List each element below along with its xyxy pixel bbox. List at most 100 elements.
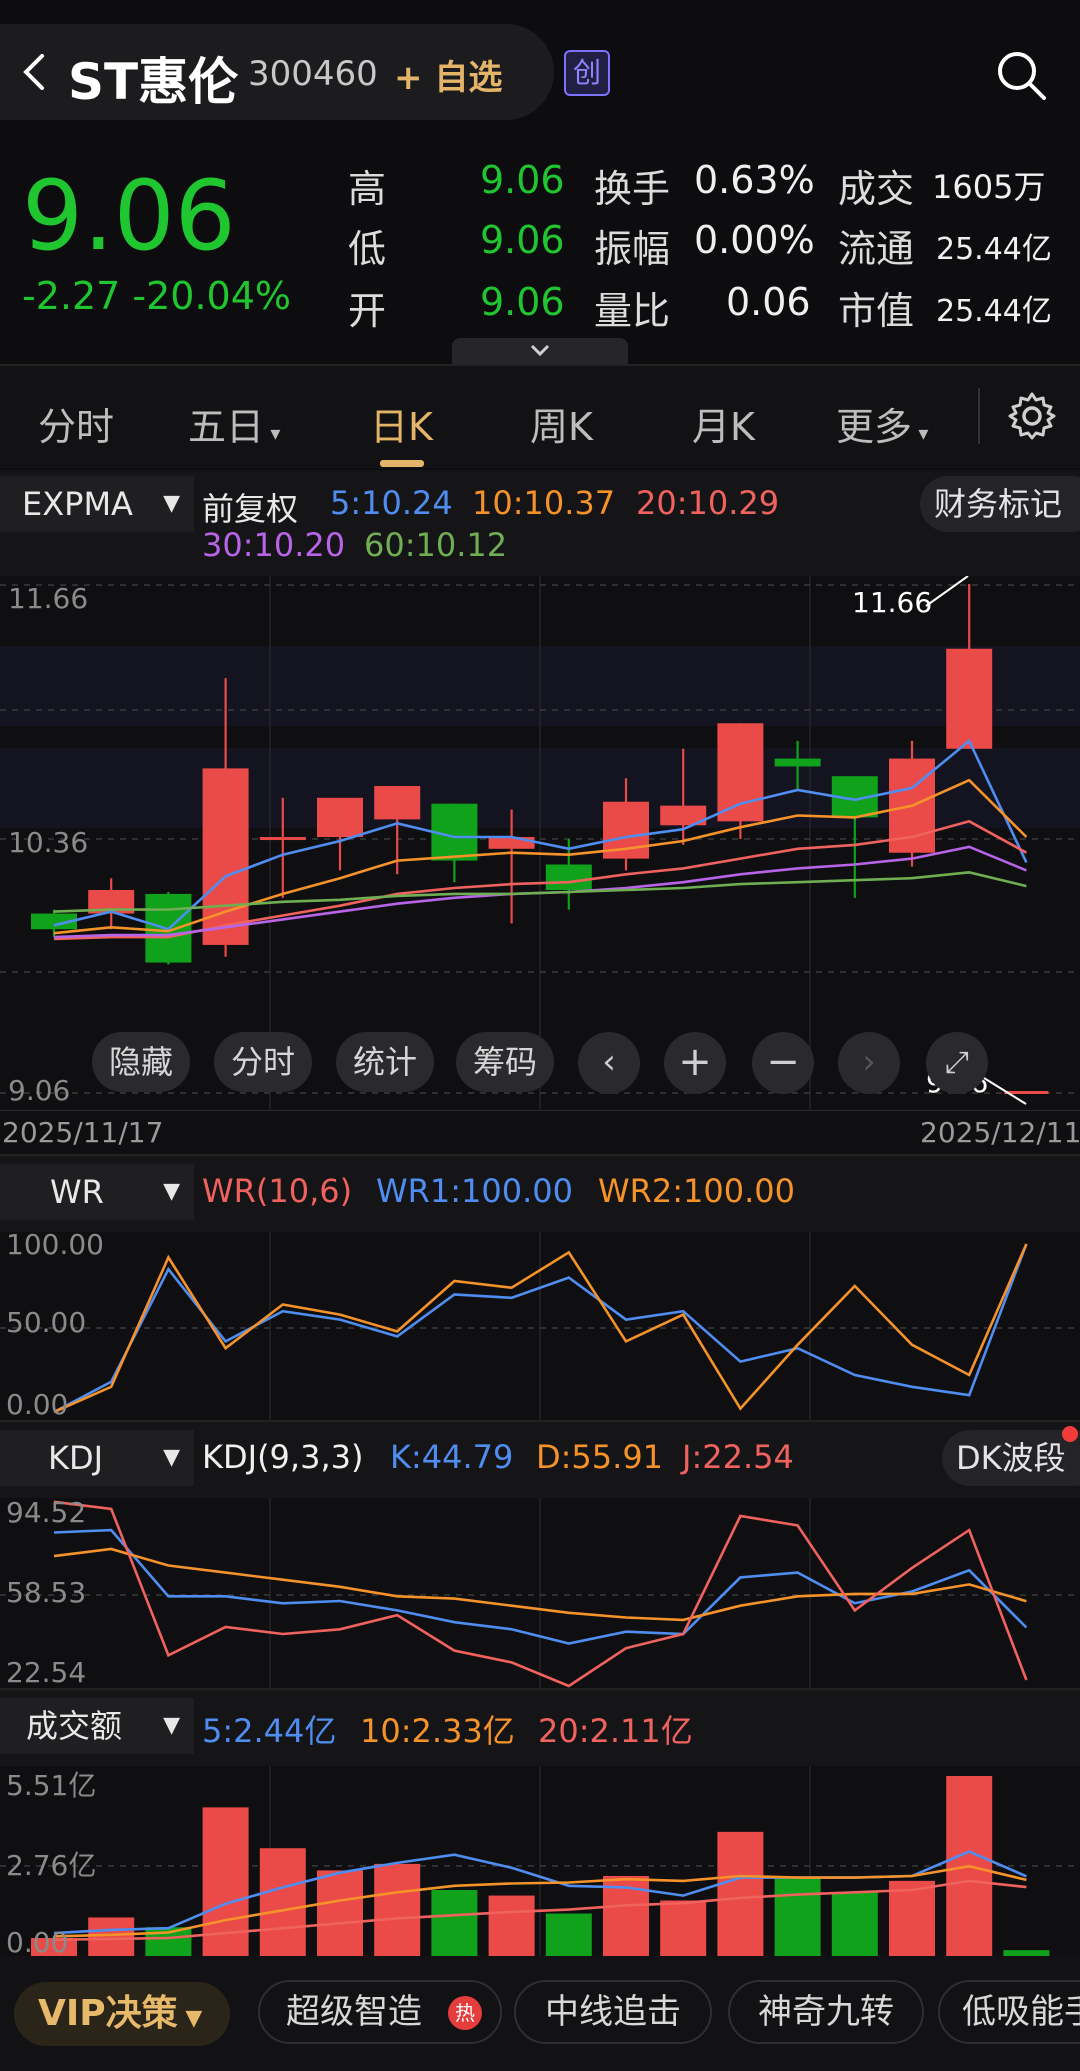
- volume-ma10: 10:2.33亿: [360, 1712, 515, 1750]
- volume-bar: [717, 1831, 764, 1956]
- volume-ma5: 5:2.44亿: [202, 1712, 337, 1750]
- high-price-marker: 11.66: [852, 586, 933, 619]
- kdj-indicator-select[interactable]: KDJ ▼: [0, 1430, 194, 1486]
- y-label-low: 9.06: [8, 1074, 71, 1107]
- volume-y-high: 5.51亿: [6, 1769, 97, 1802]
- candlestick-chart[interactable]: [0, 576, 1080, 1110]
- ema30-label: 30:10.20: [202, 526, 346, 564]
- finance-marker-button[interactable]: 财务标记: [920, 476, 1080, 532]
- ema60-label: 60:10.12: [364, 526, 508, 564]
- candle-body: [488, 837, 535, 849]
- scroll-right-icon[interactable]: ›: [838, 1032, 900, 1094]
- volume-bar: [88, 1917, 135, 1956]
- stat-value-float-cap: 25.44亿: [936, 232, 1052, 267]
- chip-low-buy-master[interactable]: 低吸能手: [938, 1980, 1080, 2044]
- tab-intraday[interactable]: 分时: [38, 396, 114, 451]
- stat-value-turnover: 0.63%: [694, 158, 815, 202]
- tab-more-label: 更多: [836, 405, 913, 449]
- stat-label-market-cap: 市值: [838, 289, 915, 333]
- stat-label-open: 开: [348, 289, 387, 333]
- zoom-in-icon[interactable]: +: [664, 1032, 726, 1094]
- chevron-down-icon: [530, 344, 550, 357]
- volume-ma20: 20:2.11亿: [538, 1712, 693, 1750]
- tab-more[interactable]: 更多 ▾: [836, 396, 928, 451]
- caret-down-icon: ▼: [163, 1445, 180, 1470]
- statistics-button[interactable]: 统计: [336, 1032, 434, 1092]
- candle-body: [259, 837, 306, 841]
- stat-value-low: 9.06: [480, 218, 565, 262]
- stat-label-volume-ratio: 量比: [594, 289, 671, 333]
- scroll-left-icon[interactable]: ‹: [578, 1032, 640, 1094]
- wr1-value: WR1:100.00: [376, 1172, 573, 1210]
- y-label-high: 11.66: [8, 582, 89, 615]
- candle-body: [317, 797, 363, 838]
- kdj-y-low: 22.54: [6, 1656, 87, 1689]
- vip-decision-button[interactable]: VIP决策 ▼: [14, 1982, 230, 2046]
- chip-label: 超级智造: [286, 1992, 422, 2032]
- chip-distribution-button[interactable]: 筹码: [456, 1032, 554, 1092]
- fullscreen-icon[interactable]: ⤢: [926, 1032, 988, 1094]
- chip-midline-chase[interactable]: 中线追击: [514, 1980, 712, 2044]
- chip-magic-nine[interactable]: 神奇九转: [728, 1980, 924, 2044]
- add-watchlist-button[interactable]: + 自选: [394, 50, 502, 99]
- board-badge: 创: [564, 50, 610, 96]
- wr-indicator-label: WR: [50, 1173, 104, 1211]
- wr2-value: WR2:100.00: [598, 1172, 795, 1210]
- price-change: -2.27 -20.04%: [22, 274, 292, 318]
- stock-name: ST惠伦: [68, 53, 239, 111]
- back-arrow-icon[interactable]: [14, 50, 54, 94]
- volume-bar: [545, 1913, 592, 1956]
- kdj-j-value: J:22.54: [682, 1438, 794, 1476]
- hide-button[interactable]: 隐藏: [92, 1032, 190, 1092]
- active-tab-indicator: [380, 460, 424, 467]
- volume-bar: [259, 1848, 306, 1956]
- ema5-label: 5:10.24: [330, 484, 453, 522]
- kdj-y-mid: 58.53: [6, 1576, 87, 1609]
- volume-bar: [774, 1877, 821, 1956]
- tab-monthly-k[interactable]: 月K: [692, 396, 755, 451]
- volume-bar: [431, 1890, 478, 1956]
- caret-down-icon: ▼: [163, 1713, 180, 1738]
- volume-bar: [488, 1895, 535, 1956]
- candle-body: [717, 723, 764, 822]
- wr-indicator-select[interactable]: WR ▼: [0, 1164, 194, 1220]
- caret-down-icon: ▼: [163, 1179, 180, 1204]
- stock-code: 300460: [248, 54, 378, 94]
- wr-y-50: 50.00: [6, 1306, 87, 1339]
- stat-label-turnover: 换手: [594, 167, 671, 211]
- candle-body: [545, 864, 592, 890]
- settings-gear-icon[interactable]: [1006, 390, 1058, 442]
- wr-params: WR(10,6): [202, 1172, 353, 1210]
- main-indicator-select[interactable]: EXPMA ▼: [0, 476, 194, 532]
- stat-label-amount: 成交: [838, 167, 915, 211]
- intraday-button[interactable]: 分时: [214, 1032, 312, 1092]
- stat-label-float-cap: 流通: [838, 227, 915, 271]
- kdj-y-high: 94.52: [6, 1496, 87, 1529]
- date-end: 2025/12/11: [920, 1116, 1080, 1149]
- volume-bar: [317, 1870, 363, 1956]
- ema20-label: 20:10.29: [636, 484, 780, 522]
- expand-quote-button[interactable]: [452, 338, 628, 364]
- wr-chart[interactable]: [0, 1232, 1080, 1420]
- tab-daily-k[interactable]: 日K: [370, 396, 433, 451]
- zoom-out-icon[interactable]: −: [752, 1032, 814, 1094]
- tab-five-day[interactable]: 五日 ▾: [188, 396, 280, 451]
- hot-badge: 热: [448, 1996, 482, 2030]
- volume-bar: [660, 1900, 707, 1956]
- chip-super-manufacturing[interactable]: 超级智造热: [258, 1980, 502, 2044]
- kdj-k-value: K:44.79: [390, 1438, 514, 1476]
- search-icon[interactable]: [994, 48, 1048, 102]
- tab-weekly-k[interactable]: 周K: [530, 396, 593, 451]
- tab-five-day-label: 五日: [188, 405, 265, 449]
- volume-bar: [374, 1863, 421, 1956]
- volume-indicator-label: 成交额: [26, 1707, 123, 1745]
- kdj-chart[interactable]: [0, 1498, 1080, 1688]
- kdj-indicator-label: KDJ: [48, 1439, 104, 1477]
- caret-down-icon: ▾: [912, 421, 929, 445]
- candle-body: [774, 758, 821, 767]
- volume-chart[interactable]: [0, 1766, 1080, 1956]
- volume-indicator-select[interactable]: 成交额 ▼: [0, 1698, 194, 1754]
- dk-band-button[interactable]: DK波段: [942, 1430, 1080, 1486]
- caret-down-icon: ▼: [177, 2006, 203, 2031]
- caret-down-icon: ▼: [163, 491, 180, 516]
